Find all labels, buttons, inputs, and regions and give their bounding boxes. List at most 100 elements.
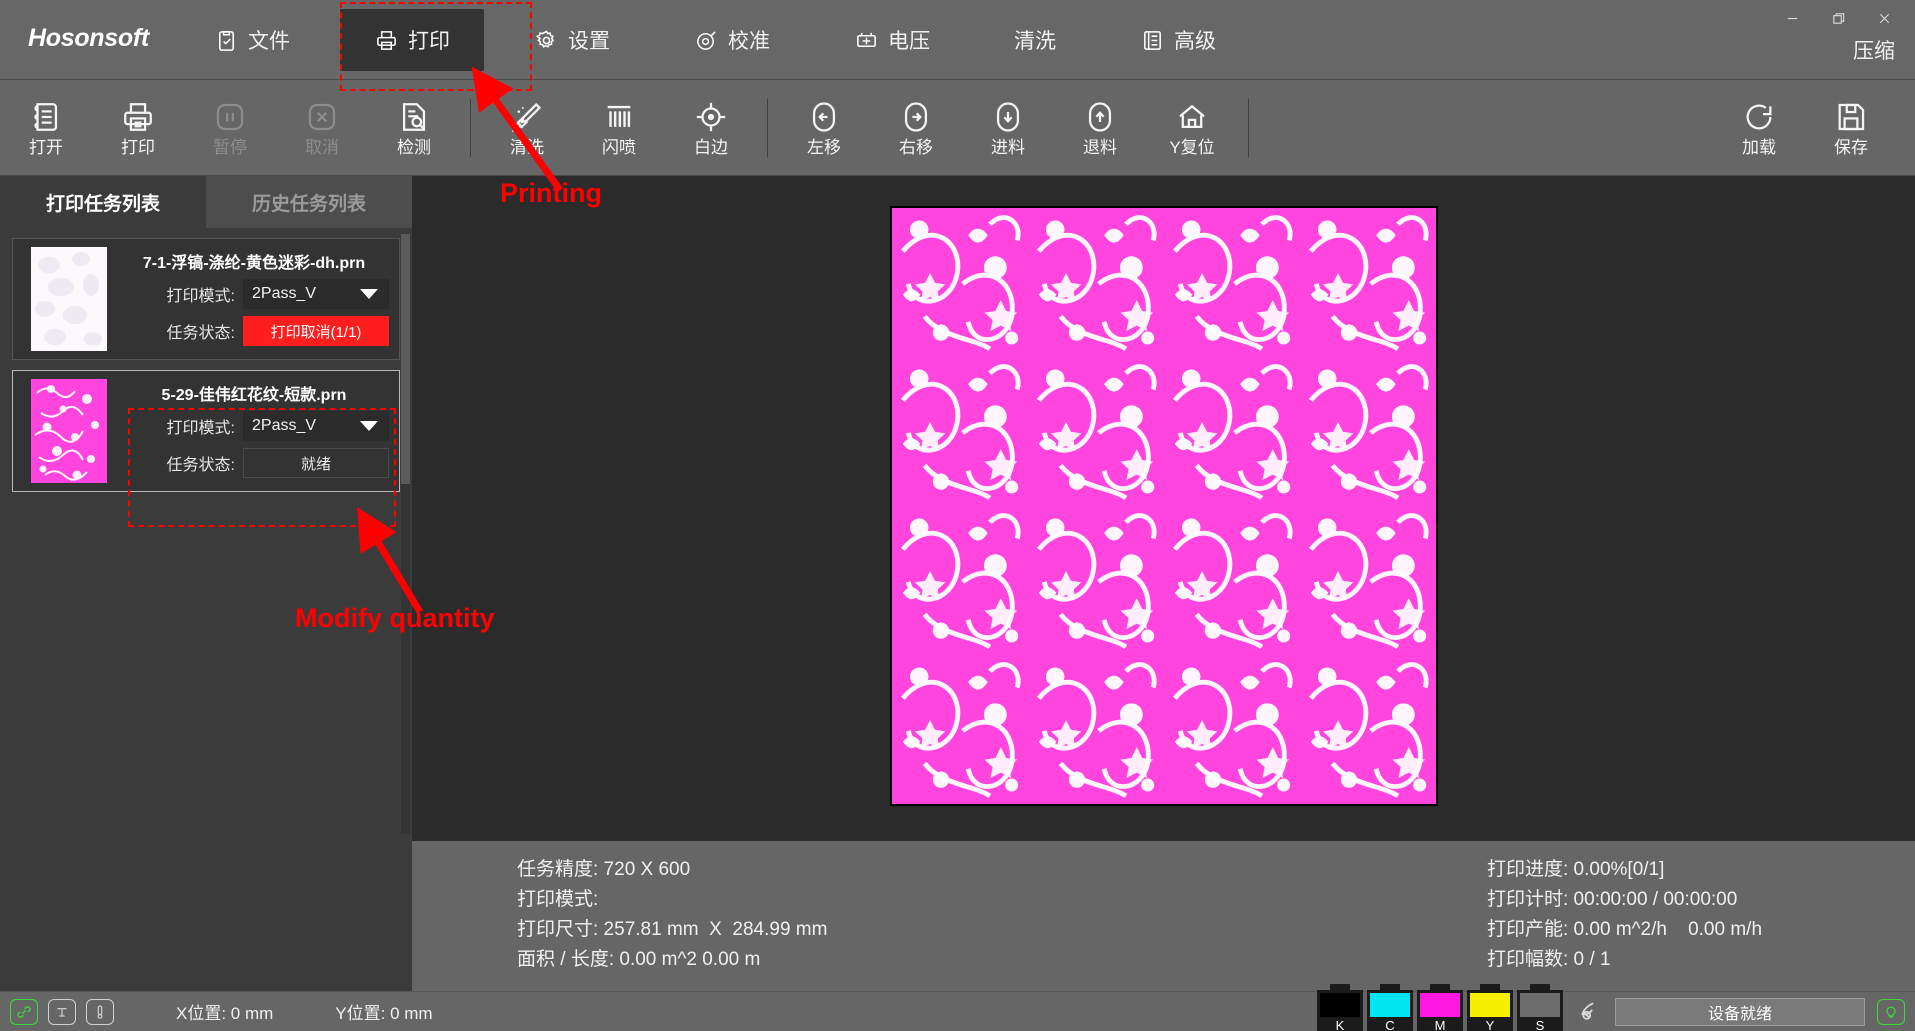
lamp-icon[interactable]	[1877, 998, 1905, 1025]
link-icon[interactable]	[10, 998, 38, 1025]
toolbar-label: 退料	[1083, 138, 1117, 157]
toolbar-label: 进料	[991, 138, 1025, 157]
menu-label: 校准	[728, 30, 770, 53]
toolbar-divider	[767, 98, 768, 157]
brush-clean-icon	[509, 99, 545, 135]
job-mode-value: 2Pass_V	[252, 285, 317, 302]
ink-fill	[1520, 992, 1560, 1017]
nozzle-icon[interactable]	[48, 998, 76, 1025]
document-search-icon	[396, 99, 432, 135]
toolbar-label: 打开	[29, 138, 63, 157]
job-info-left: 任务精度: 720 X 600 打印模式: 打印尺寸: 257.81 mm X …	[517, 855, 827, 975]
job-list: 7-1-浮镐-涤纶-黄色迷彩-dh.prn 打印模式: 2Pass_V 任务状态…	[0, 228, 412, 492]
job-card[interactable]: 5-29-佳伟红花纹-短款.prn 打印模式: 2Pass_V 任务状态: 就绪	[12, 370, 400, 492]
job-status-button[interactable]: 就绪	[243, 448, 389, 478]
gear-icon	[534, 28, 558, 52]
info-throughput: 打印产能: 0.00 m^2/h 0.00 m/h	[1487, 919, 1763, 940]
job-details: 7-1-浮镐-涤纶-黄色迷彩-dh.prn 打印模式: 2Pass_V 任务状态…	[119, 239, 399, 353]
menu-label: 文件	[248, 30, 290, 53]
menu-item-voltage[interactable]: 电压	[820, 9, 964, 71]
menu-item-calibration[interactable]: 校准	[660, 9, 804, 71]
menu-item-clean[interactable]: 清洗	[980, 9, 1090, 71]
toolbar-y-home[interactable]: Y复位	[1146, 84, 1238, 172]
window-controls	[1769, 2, 1907, 34]
job-mode-select[interactable]: 2Pass_V	[243, 411, 389, 441]
toolbar-label: 清洗	[510, 138, 544, 157]
battery-icon	[854, 28, 878, 52]
job-info-right: 打印进度: 0.00%[0/1] 打印计时: 00:00:00 / 00:00:…	[1487, 855, 1762, 975]
scrollbar-thumb[interactable]	[401, 234, 410, 484]
home-icon	[1174, 99, 1210, 135]
job-mode-row: 打印模式: 2Pass_V	[119, 279, 389, 309]
ink-cartridge-m[interactable]: M	[1417, 983, 1463, 1031]
preview-canvas[interactable]	[412, 176, 1915, 841]
annotation-label-printing: Printing	[500, 178, 602, 208]
ink-cartridge-c[interactable]: C	[1367, 983, 1413, 1031]
toolbar-feed[interactable]: 进料	[962, 84, 1054, 172]
toolbar-move-right[interactable]: 右移	[870, 84, 962, 172]
ink-label: M	[1434, 1017, 1446, 1031]
toolbar-label: 检测	[397, 138, 431, 157]
ink-label: K	[1335, 1017, 1345, 1031]
save-disk-icon	[1833, 99, 1869, 135]
x-position-readout: X位置: 0 mm	[176, 1004, 274, 1023]
toolbar-print[interactable]: 打印	[92, 84, 184, 172]
info-progress: 打印进度: 0.00%[0/1]	[1487, 859, 1665, 880]
chevron-down-icon	[360, 421, 378, 431]
compress-button[interactable]: 压缩	[1853, 35, 1895, 65]
printer-icon	[374, 28, 398, 52]
job-mode-select[interactable]: 2Pass_V	[243, 279, 389, 309]
toolbar-save[interactable]: 保存	[1805, 84, 1897, 172]
restore-button[interactable]	[1815, 2, 1861, 34]
close-button[interactable]	[1861, 2, 1907, 34]
toolbar-group-config: 加载 保存	[1713, 84, 1897, 172]
job-name: 5-29-佳伟红花纹-短款.prn	[161, 387, 347, 404]
application-window: Hosonsoft 文件 打印 设置 校准 电压 清洗 高级 压缩 打开 打印 …	[0, 0, 1915, 1031]
job-list-scrollbar[interactable]	[401, 234, 410, 834]
tab-history-queue[interactable]: 历史任务列表	[206, 176, 412, 228]
minimize-button[interactable]	[1769, 2, 1815, 34]
y-position-readout: Y位置: 0 mm	[335, 1004, 433, 1023]
toolbar-flash-spray[interactable]: 闪喷	[573, 84, 665, 172]
job-panel: 打印任务列表 历史任务列表 7-1-浮镐-涤纶-黄色迷彩-dh.prn 打印模式…	[0, 176, 412, 841]
toolbar-label: 保存	[1834, 138, 1868, 157]
toolbar-label: 左移	[807, 138, 841, 157]
toolbar-clean[interactable]: 清洗	[481, 84, 573, 172]
toolbar-cancel[interactable]: 取消	[276, 84, 368, 172]
toolbar-white-edge[interactable]: 白边	[665, 84, 757, 172]
job-card[interactable]: 7-1-浮镐-涤纶-黄色迷彩-dh.prn 打印模式: 2Pass_V 任务状态…	[12, 238, 400, 360]
menu-item-print[interactable]: 打印	[340, 9, 484, 71]
pause-icon	[212, 99, 248, 135]
job-thumbnail	[31, 379, 107, 483]
menu-item-file[interactable]: 文件	[180, 9, 324, 71]
job-thumbnail	[31, 247, 107, 351]
tab-print-queue[interactable]: 打印任务列表	[0, 176, 206, 228]
device-status-button[interactable]: 设备就绪	[1615, 997, 1865, 1026]
chevron-down-icon	[360, 289, 378, 299]
thermometer-icon[interactable]	[86, 998, 114, 1025]
ink-cartridge-y[interactable]: Y	[1467, 983, 1513, 1031]
toolbar-pause[interactable]: 暂停	[184, 84, 276, 172]
menu-item-advanced[interactable]: 高级	[1106, 9, 1250, 71]
ink-fill	[1370, 992, 1410, 1017]
target-icon	[694, 28, 718, 52]
waste-ink-icon[interactable]	[1577, 999, 1603, 1025]
toolbar-move-left[interactable]: 左移	[778, 84, 870, 172]
job-status-button[interactable]: 打印取消(1/1)	[243, 316, 389, 346]
list-panel-icon	[1140, 28, 1164, 52]
info-strip: 任务精度: 720 X 600 打印模式: 打印尺寸: 257.81 mm X …	[412, 841, 1915, 991]
job-status-label: 任务状态:	[166, 325, 235, 342]
info-resolution: 任务精度: 720 X 600	[517, 859, 691, 880]
toolbar-load[interactable]: 加载	[1713, 84, 1805, 172]
ink-cartridge-k[interactable]: K	[1317, 983, 1363, 1031]
toolbar-detect[interactable]: 检测	[368, 84, 460, 172]
menu-item-settings[interactable]: 设置	[500, 9, 644, 71]
toolbar-open[interactable]: 打开	[0, 84, 92, 172]
toolbar-divider	[1248, 98, 1249, 157]
job-mode-label: 打印模式:	[166, 420, 235, 437]
info-timer: 打印计时: 00:00:00 / 00:00:00	[1487, 889, 1738, 910]
menu-label: 设置	[568, 30, 610, 53]
toolbar-retract[interactable]: 退料	[1054, 84, 1146, 172]
app-logo: Hosonsoft	[28, 24, 149, 52]
ink-cartridge-s[interactable]: S	[1517, 983, 1563, 1031]
